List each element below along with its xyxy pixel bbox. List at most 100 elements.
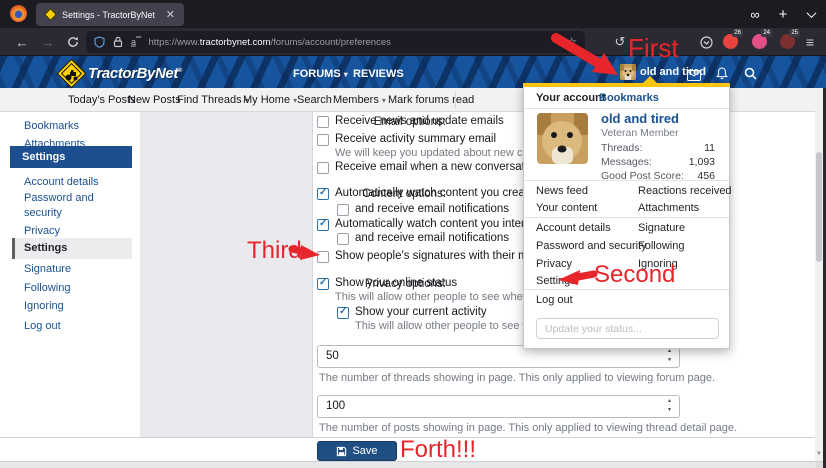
checkbox-label[interactable]: and receive email notifications [355, 203, 509, 215]
checkbox-label[interactable]: Receive activity summary email [335, 133, 496, 145]
posts-per-page-select[interactable]: 100 ▲▼ [317, 395, 680, 418]
browser-tab[interactable]: Settings - TractorByNet ✕ [36, 3, 184, 26]
sidebar-item-log-out[interactable]: Log out [24, 320, 61, 332]
extension-badge: 25 [789, 29, 800, 37]
checkbox[interactable] [317, 134, 329, 146]
stat-messages: Messages:1,093 [601, 156, 715, 168]
stat-threads: Threads:11 [601, 142, 715, 154]
sidebar-item-bookmarks[interactable]: Bookmarks [24, 120, 79, 132]
menu-following[interactable]: Following [638, 240, 684, 252]
tab-your-account[interactable]: Your account [536, 92, 605, 104]
checkbox[interactable] [337, 233, 349, 245]
menu-password-security[interactable]: Password and security [536, 240, 647, 252]
subnav-my-home[interactable]: My Home ▾ [243, 94, 297, 106]
extension-icon[interactable]: 25 [780, 34, 795, 49]
checkbox-label[interactable]: and receive email notifications [355, 232, 509, 244]
save-button[interactable]: Save [317, 441, 397, 461]
nav-forums[interactable]: FORUMS ▾ [293, 68, 348, 80]
sidebar-item-account-details[interactable]: Account details [24, 176, 99, 188]
new-tab-button[interactable]: + [772, 3, 794, 25]
lock-icon[interactable] [113, 36, 123, 48]
dropdown-menu-activity: News feed Reactions received Your conten… [524, 181, 729, 217]
permissions-icon[interactable]: a͇ ̿ [131, 37, 139, 47]
checkbox[interactable] [317, 219, 329, 231]
subnav-members[interactable]: Members ▾ [333, 94, 386, 106]
url-bar[interactable]: a͇ ̿ https://www.tractorbynet.com/forums… [86, 31, 585, 53]
subnav-new-posts[interactable]: New Posts [128, 94, 181, 106]
sidebar-item-password-security[interactable]: Password and security [24, 191, 120, 221]
sidebar-item-following[interactable]: Following [24, 282, 70, 294]
menu-reactions-received[interactable]: Reactions received [638, 185, 732, 197]
select-arrows-icon: ▲▼ [667, 347, 672, 365]
sidebar-item-signature[interactable]: Signature [24, 263, 71, 275]
floppy-disk-icon [336, 446, 347, 457]
sidebar-item-settings-current[interactable]: Settings [12, 238, 132, 259]
annotation-second: Second [594, 261, 675, 289]
sidebar-item-privacy[interactable]: Privacy [24, 225, 60, 237]
checkbox-label[interactable]: Automatically watch content you create..… [335, 187, 544, 199]
checkbox-row: Show your online status [317, 277, 457, 290]
tractor-icon [64, 69, 79, 81]
browser-tab-bar: Settings - TractorByNet ✕ ∞ + [0, 0, 826, 28]
select-value: 50 [326, 350, 339, 362]
settings-sidebar: Bookmarks Attachments Settings Account d… [0, 112, 140, 437]
tracking-shield-icon[interactable] [94, 36, 105, 48]
checkbox-label[interactable]: Receive news and update emails [335, 115, 504, 127]
checkbox[interactable] [317, 116, 329, 128]
checkbox[interactable] [337, 307, 349, 319]
subnav-find-threads[interactable]: Find Threads ▾ [177, 94, 249, 106]
status-input[interactable] [536, 318, 719, 339]
tab-close-icon[interactable]: ✕ [163, 8, 178, 21]
menu-log-out[interactable]: Log out [536, 294, 573, 306]
scrollbar-thumb[interactable] [816, 152, 822, 262]
subnav-mark-forums-read[interactable]: Mark forums read [388, 94, 474, 106]
account-dropdown: Your account Bookmarks old and tired Vet… [523, 83, 730, 349]
sidebar-section-settings[interactable]: Settings [10, 146, 132, 168]
search-icon[interactable] [744, 67, 757, 85]
menu-account-details[interactable]: Account details [536, 222, 611, 234]
subnav-search[interactable]: Search [297, 94, 332, 106]
dropdown-tabs: Your account Bookmarks [524, 87, 729, 109]
form-label-column [140, 112, 313, 437]
tab-bookmarks[interactable]: Bookmarks [599, 92, 659, 104]
checkbox[interactable] [317, 188, 329, 200]
subnav-todays-posts[interactable]: Today's Posts [68, 94, 136, 106]
forward-button[interactable]: → [38, 32, 58, 52]
checkbox-row: and receive email notifications [337, 203, 509, 216]
nav-reviews[interactable]: REVIEWS [353, 68, 404, 80]
checkbox-row: Receive activity summary email [317, 133, 496, 146]
select-value: 100 [326, 400, 345, 412]
avatar[interactable] [537, 113, 588, 164]
checkbox-label[interactable]: Show your current activity [355, 306, 487, 318]
tab-list-chevron-icon[interactable] [800, 3, 822, 25]
help-text: The number of threads showing in page. T… [319, 372, 715, 384]
scroll-down-icon[interactable]: ▼ [815, 451, 823, 457]
extension-icon[interactable]: 24 [752, 34, 767, 49]
user-title: Veteran Member [601, 127, 679, 139]
firefox-view-icon[interactable]: ∞ [744, 3, 766, 25]
checkbox-label[interactable]: Show your online status [335, 277, 457, 289]
checkbox-row: Automatically watch content you create..… [317, 187, 544, 200]
reload-button[interactable] [63, 32, 83, 52]
menu-hamburger-icon[interactable]: ≡ [800, 32, 820, 52]
dropdown-username[interactable]: old and tired [601, 111, 679, 126]
dropdown-caret-icon [642, 76, 658, 84]
page: { "colors": { "brand_blue": "#17549e", "… [0, 0, 826, 468]
menu-signature[interactable]: Signature [638, 222, 685, 234]
menu-attachments[interactable]: Attachments [638, 202, 699, 214]
dropdown-menu-logout: Log out [524, 290, 729, 310]
brand-wordmark[interactable]: TractorByNet® [88, 65, 182, 82]
vertical-scrollbar[interactable]: ▲ ▼ [815, 56, 823, 461]
status-row [524, 310, 729, 348]
sidebar-item-ignoring[interactable]: Ignoring [24, 300, 64, 312]
menu-your-content[interactable]: Your content [536, 202, 597, 214]
checkbox[interactable] [337, 204, 349, 216]
firefox-icon[interactable] [10, 5, 27, 22]
checkbox[interactable] [317, 162, 329, 174]
pocket-icon[interactable] [696, 32, 716, 52]
extension-icon[interactable]: 26 [723, 34, 738, 49]
menu-news-feed[interactable]: News feed [536, 185, 588, 197]
checkbox[interactable] [317, 278, 329, 290]
back-button[interactable]: ← [12, 32, 32, 52]
chevron-down-icon: ▾ [344, 70, 348, 79]
